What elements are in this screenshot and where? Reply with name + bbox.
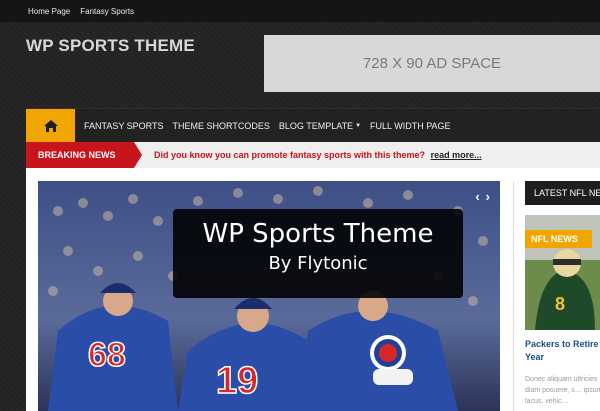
- top-link-fantasy[interactable]: Fantasy Sports: [80, 7, 134, 16]
- slider-caption[interactable]: WP Sports Theme By Flytonic: [173, 209, 463, 298]
- nav-label: FANTASY SPORTS: [84, 120, 164, 131]
- home-button[interactable]: [26, 108, 75, 143]
- jersey-number: 68: [88, 336, 126, 374]
- breaking-news-message: Did you know you can promote fantasy spo…: [154, 150, 426, 160]
- caption-subtitle: By Flytonic: [268, 253, 368, 274]
- sidebar-title: LATEST NFL NEWS: [525, 181, 600, 205]
- breaking-news-text: Did you know you can promote fantasy spo…: [154, 150, 482, 160]
- nav-item-fantasy-sports[interactable]: FANTASY SPORTS: [84, 121, 164, 131]
- home-icon: [43, 119, 58, 132]
- sidebar-excerpt: Donec aliquam ultricies diam posuere, s……: [525, 376, 600, 405]
- read-more-link[interactable]: read more...: [431, 150, 482, 160]
- nav-label: BLOG TEMPLATE: [278, 120, 354, 131]
- ad-banner[interactable]: 728 X 90 AD SPACE: [264, 35, 600, 92]
- nav-item-full-width-page[interactable]: FULL WIDTH PAGE: [370, 121, 451, 131]
- caption-title: WP Sports Theme: [202, 219, 434, 249]
- nav-label: FULL WIDTH PAGE: [370, 120, 451, 131]
- sidebar-headline[interactable]: Packers to Retire Year: [525, 338, 600, 364]
- breaking-news-label: BREAKING NEWS: [26, 142, 142, 168]
- jersey-number: 19: [216, 360, 258, 402]
- chevron-left-icon[interactable]: ‹: [475, 189, 479, 204]
- nav-item-theme-shortcodes[interactable]: THEME SHORTCODES: [173, 121, 270, 131]
- top-link-home[interactable]: Home Page: [28, 7, 70, 16]
- site-logo[interactable]: WP SPORTS THEME: [26, 36, 195, 56]
- chevron-right-icon[interactable]: ›: [486, 189, 490, 204]
- category-badge[interactable]: NFL NEWS: [525, 230, 592, 248]
- breaking-news-bar: BREAKING NEWS Did you know you can promo…: [26, 142, 600, 168]
- main-nav: FANTASY SPORTS THEME SHORTCODES BLOG TEM…: [26, 108, 600, 143]
- top-bar: Home Page Fantasy Sports: [0, 0, 600, 22]
- ad-label: 728 X 90 AD SPACE: [362, 55, 502, 72]
- caret-down-icon: ▼: [355, 122, 362, 129]
- nav-label: THEME SHORTCODES: [172, 120, 270, 131]
- svg-text:8: 8: [555, 294, 565, 314]
- nav-item-blog-template[interactable]: BLOG TEMPLATE ▼: [279, 121, 361, 131]
- slider-arrows: ‹ ›: [475, 189, 490, 204]
